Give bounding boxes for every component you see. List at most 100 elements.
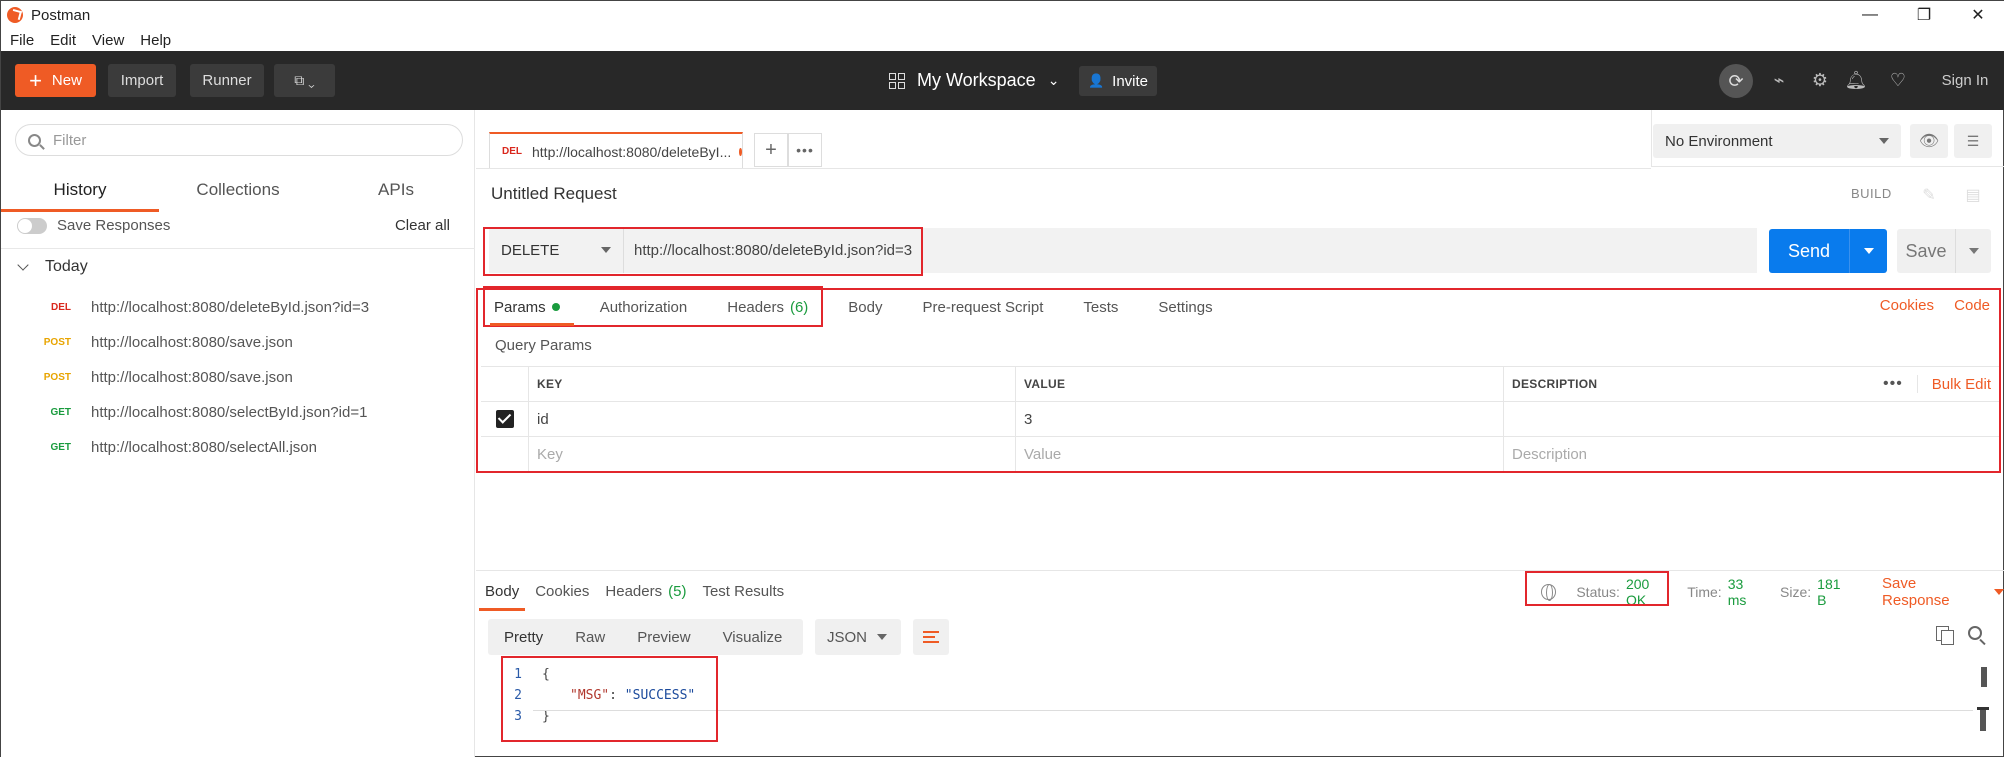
param-description-cell[interactable] (1504, 402, 1999, 437)
history-item[interactable]: DEL http://localhost:8080/deleteById.jso… (1, 290, 475, 325)
menu-file[interactable]: File (1, 32, 42, 49)
size-value[interactable]: 181 B (1817, 576, 1852, 608)
param-key-cell[interactable]: id (529, 401, 1016, 437)
environment-select[interactable]: No Environment (1653, 124, 1901, 158)
response-format-select[interactable]: JSON (815, 619, 901, 655)
sync-off-icon[interactable]: ⟳ (1719, 64, 1753, 98)
more-options-icon[interactable]: ••• (1883, 375, 1918, 393)
history-item[interactable]: GET http://localhost:8080/selectAll.json (1, 430, 475, 465)
save-responses-toggle[interactable]: Save Responses (17, 217, 170, 234)
send-button[interactable]: Send (1769, 229, 1887, 273)
request-tab[interactable]: DEL http://localhost:8080/deleteByI... (489, 132, 743, 169)
menu-edit[interactable]: Edit (42, 32, 84, 49)
bulk-edit-link[interactable]: Bulk Edit (1932, 376, 1991, 393)
caret-down-icon (1968, 248, 1979, 254)
new-key-input[interactable]: Key (529, 436, 1016, 472)
caret-down-icon (1863, 248, 1874, 254)
filter-input[interactable]: Filter (15, 124, 463, 156)
save-options-button[interactable] (1955, 229, 1991, 273)
history-item[interactable]: POST http://localhost:8080/save.json (1, 360, 475, 395)
response-tab-headers[interactable]: Headers (5) (605, 571, 686, 611)
param-value-cell[interactable]: 3 (1016, 401, 1504, 437)
http-method-value: DELETE (501, 242, 560, 259)
view-visualize[interactable]: Visualize (707, 619, 799, 655)
heart-icon[interactable]: ♡ (1883, 65, 1913, 95)
wrap-lines-icon[interactable] (913, 619, 949, 655)
table-row-new: Key Value Description (481, 436, 1999, 472)
tab-authorization[interactable]: Authorization (600, 288, 688, 326)
caret-down-icon (601, 247, 611, 253)
save-button[interactable]: Save (1897, 229, 1991, 273)
new-description-input[interactable]: Description (1504, 437, 1999, 472)
menu-view[interactable]: View (84, 32, 132, 49)
tab-body[interactable]: Body (848, 288, 882, 326)
history-group-today[interactable]: Today (17, 258, 88, 276)
workspace-label: My Workspace (917, 70, 1036, 90)
line-number: 1 (514, 667, 522, 682)
import-button[interactable]: Import (108, 64, 176, 97)
tab-options-button[interactable]: ••• (788, 133, 822, 167)
view-raw[interactable]: Raw (559, 619, 621, 655)
build-mode-label[interactable]: BUILD (1851, 186, 1892, 201)
tab-collections[interactable]: Collections (159, 170, 317, 212)
status-value[interactable]: 200 OK (1626, 576, 1671, 608)
send-options-button[interactable] (1849, 229, 1887, 273)
vertical-scrollbar[interactable] (1981, 667, 1987, 687)
send-label: Send (1787, 240, 1831, 261)
close-button[interactable]: ✕ (1951, 1, 2004, 29)
tab-tests[interactable]: Tests (1083, 288, 1118, 326)
restore-button[interactable]: ❐ (1897, 1, 1951, 29)
code-link[interactable]: Code (1954, 297, 1990, 314)
new-button[interactable]: + New (15, 64, 96, 97)
toggle-switch[interactable] (17, 217, 47, 234)
response-tab-cookies[interactable]: Cookies (535, 571, 589, 611)
column-description-label: DESCRIPTION (1512, 377, 1598, 391)
time-label: Time: (1687, 584, 1722, 600)
history-item[interactable]: POST http://localhost:8080/save.json (1, 325, 475, 360)
tab-params[interactable]: Params (490, 288, 574, 326)
workspace-switcher[interactable]: My Workspace ⌄ (889, 64, 1059, 97)
menu-help[interactable]: Help (132, 32, 179, 49)
request-config-tabs: Params Authorization Headers (6) Body Pr… (476, 288, 2004, 326)
copy-icon[interactable] (1936, 626, 1954, 645)
response-body-code[interactable]: 1 { 2 "MSG" : "SUCCESS" 3 } (496, 664, 1974, 734)
runner-button[interactable]: Runner (190, 64, 264, 97)
json-value: "SUCCESS" (624, 688, 696, 703)
tab-settings[interactable]: Settings (1158, 288, 1212, 326)
response-tab-test-results[interactable]: Test Results (702, 571, 784, 611)
sign-in-button[interactable]: Sign In (1939, 64, 1991, 97)
horizontal-scrollbar[interactable] (1977, 707, 1989, 731)
clear-all-link[interactable]: Clear all (395, 217, 450, 234)
new-value-input[interactable]: Value (1016, 436, 1504, 472)
save-response-label: Save Response (1882, 575, 1950, 609)
tab-pre-request-script[interactable]: Pre-request Script (923, 288, 1044, 326)
row-checkbox-cell (481, 436, 529, 472)
pencil-icon[interactable]: ✎ (1910, 178, 1948, 212)
notification-bell-icon[interactable]: 🔔︎ (1841, 65, 1871, 95)
time-value[interactable]: 33 ms (1728, 576, 1764, 608)
history-item[interactable]: GET http://localhost:8080/selectById.jso… (1, 395, 475, 430)
tab-headers[interactable]: Headers (6) (727, 288, 808, 326)
interceptor-icon[interactable]: ⌁ (1764, 65, 1794, 95)
minimize-button[interactable]: — (1843, 1, 1897, 29)
settings-gear-icon[interactable]: ⚙ (1805, 65, 1835, 95)
manage-environments-icon[interactable]: ☰ (1954, 124, 1992, 158)
tab-history[interactable]: History (1, 170, 159, 212)
tab-apis[interactable]: APIs (317, 170, 475, 212)
request-title[interactable]: Untitled Request (491, 184, 617, 204)
save-response-button[interactable]: Save Response (1882, 575, 2004, 609)
checkbox-checked[interactable] (495, 410, 514, 428)
environment-quick-look-eye-icon[interactable]: 👁︎ (1910, 124, 1948, 158)
search-icon[interactable] (1968, 626, 1982, 640)
cookies-link[interactable]: Cookies (1880, 297, 1934, 314)
view-pretty[interactable]: Pretty (488, 619, 559, 655)
response-tab-body[interactable]: Body (478, 571, 526, 611)
new-tab-button[interactable]: + (754, 133, 788, 167)
globe-icon[interactable] (1541, 584, 1557, 601)
http-method-select[interactable]: DELETE (489, 228, 624, 273)
new-window-button[interactable]: ⧉ ⌄ (274, 64, 335, 97)
view-preview[interactable]: Preview (621, 619, 706, 655)
invite-button[interactable]: 👤 Invite (1079, 66, 1157, 96)
url-input[interactable]: http://localhost:8080/deleteById.json?id… (624, 228, 1757, 273)
documentation-icon[interactable]: ▤ (1954, 178, 1992, 212)
